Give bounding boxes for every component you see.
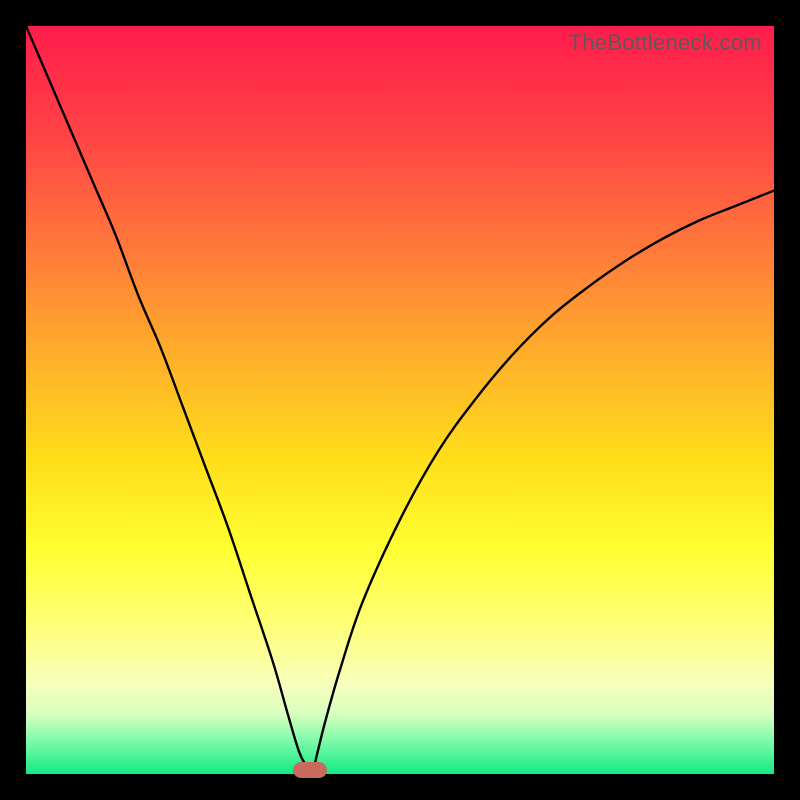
bottleneck-curve xyxy=(26,26,774,774)
plot-area: TheBottleneck.com xyxy=(26,26,774,774)
chart-frame: TheBottleneck.com xyxy=(0,0,800,800)
optimal-marker xyxy=(293,762,327,778)
